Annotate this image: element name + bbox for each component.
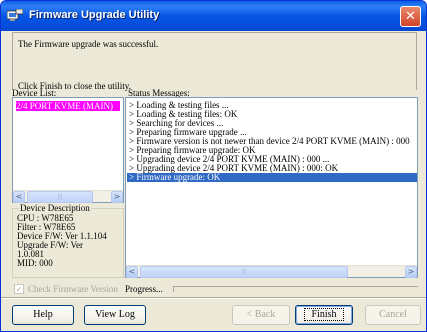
device-description-title: Device Description — [19, 203, 91, 213]
check-firmware-label: Check Firmware Version — [28, 284, 118, 294]
close-icon: ✕ — [405, 9, 416, 24]
view-log-button[interactable]: View Log — [84, 305, 146, 325]
status-scroll-thumb[interactable]: ||| — [140, 266, 348, 278]
grip-icon: ||| — [242, 269, 246, 275]
finish-button[interactable]: Finish — [295, 305, 353, 325]
close-button[interactable]: ✕ — [400, 6, 421, 27]
checkmark-icon: ✓ — [15, 285, 23, 294]
status-line-selected[interactable]: > Firmware upgrade: OK — [127, 173, 417, 182]
scroll-right-button[interactable]: > — [111, 191, 123, 203]
check-firmware-checkbox[interactable]: ✓ — [14, 284, 24, 294]
scroll-thumb[interactable]: ||| — [27, 191, 93, 203]
progress-label: Progress... — [125, 284, 163, 294]
chevron-right-icon: > — [113, 192, 121, 201]
cancel-button[interactable]: Cancel — [365, 305, 421, 325]
device-list[interactable]: 2/4 PORT KVME (MAIN) < ||| > — [12, 97, 124, 203]
chevron-left-icon: < — [128, 267, 136, 276]
progress-bar — [173, 286, 418, 292]
grip-icon: ||| — [58, 194, 62, 200]
finish-button-label: Finish — [304, 308, 344, 321]
device-description-text: CPU : W78E65 Filter : W78E65 Device F/W:… — [17, 214, 107, 268]
button-separator — [1, 297, 426, 299]
success-message: The Firmware upgrade was successful. — [18, 39, 159, 49]
firmware-upgrade-window: Firmware Upgrade Utility ✕ The Firmware … — [0, 0, 427, 332]
window-title: Firmware Upgrade Utility — [29, 9, 160, 21]
status-scrollbar[interactable]: < ||| > — [126, 265, 417, 278]
status-scroll-left-button[interactable]: < — [126, 266, 138, 278]
scroll-left-button[interactable]: < — [13, 191, 25, 203]
status-scroll-right-button[interactable]: > — [405, 266, 417, 278]
chevron-left-icon: < — [15, 192, 23, 201]
help-button[interactable]: Help — [12, 305, 74, 325]
device-list-scrollbar[interactable]: < ||| > — [13, 190, 123, 203]
desc-mid: MID: 000 — [17, 258, 53, 268]
chevron-right-icon: > — [407, 267, 415, 276]
firmware-app-icon — [6, 8, 24, 22]
status-messages-list[interactable]: > Loading & testing files ... > Loading … — [125, 97, 418, 278]
title-bar[interactable]: Firmware Upgrade Utility ✕ — [1, 1, 426, 31]
back-button[interactable]: < Back — [232, 305, 290, 325]
device-list-item[interactable]: 2/4 PORT KVME (MAIN) — [16, 101, 120, 111]
message-panel: The Firmware upgrade was successful. Cli… — [12, 32, 417, 91]
device-description-group: Device Description CPU : W78E65 Filter :… — [12, 203, 124, 278]
